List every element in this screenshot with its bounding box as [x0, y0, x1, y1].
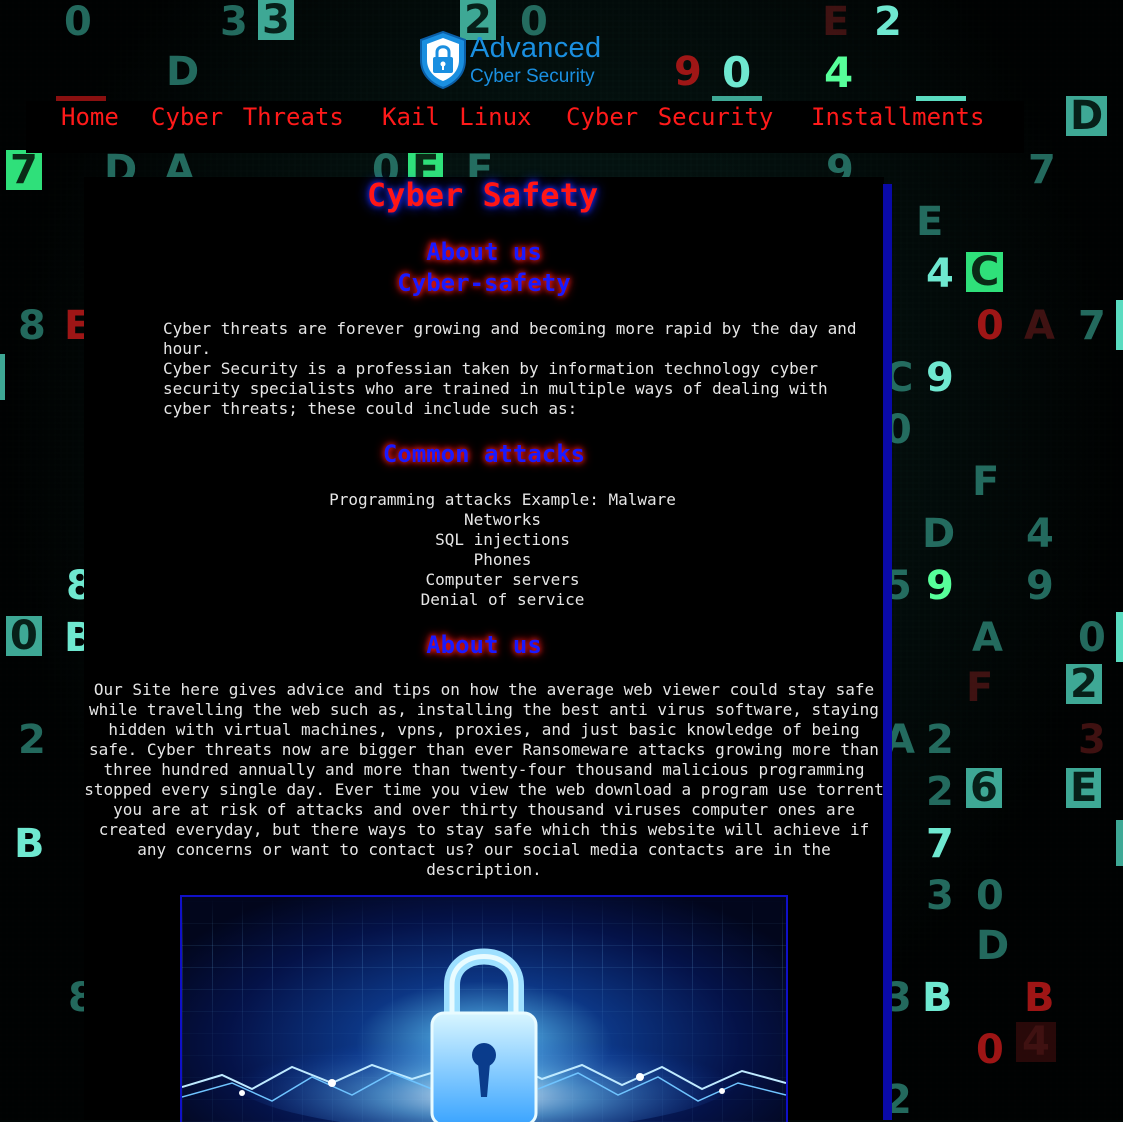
list-item: Denial of service: [420, 590, 585, 609]
list-item: Phones: [473, 550, 532, 569]
list-item: Computer servers: [425, 570, 580, 589]
about-paragraph: Our Site here gives advice and tips on h…: [84, 680, 884, 879]
logo-line-2: Cyber Security: [470, 66, 595, 87]
page-title: Cyber Safety: [366, 176, 599, 214]
nav-kail-linux[interactable]: Kail Linux: [382, 101, 532, 134]
list-item: SQL injections: [435, 530, 570, 549]
common-attacks-heading: Common attacks: [382, 440, 586, 468]
about-heading: About us: [426, 238, 542, 266]
attacks-list: Programming attacks Example: Malware Net…: [84, 490, 921, 610]
logo-line-1: Advanced: [470, 32, 602, 64]
intro-line-1: Cyber threats are forever growing and be…: [163, 319, 857, 358]
site-logo[interactable]: Advanced Cyber Security: [418, 30, 613, 92]
intro-paragraph: Cyber threats are forever growing and be…: [163, 319, 863, 419]
padlock-lightning-image: [180, 895, 788, 1122]
lock-shield-icon: [420, 30, 466, 90]
list-item: Programming attacks Example: Malware: [329, 490, 676, 509]
content-scroll-rail: [883, 184, 892, 1120]
intro-line-2: Cyber Security is a professian taken by …: [163, 359, 828, 418]
cyber-safety-heading: Cyber-safety: [397, 269, 571, 297]
list-item: Networks: [463, 510, 542, 529]
nav-home[interactable]: Home: [61, 101, 119, 134]
nav-cyber-security[interactable]: Cyber Security: [566, 101, 773, 134]
main-nav: Home Cyber Threats Kail Linux Cyber Secu…: [26, 101, 1024, 153]
nav-installments[interactable]: Installments: [811, 101, 984, 134]
nav-cyber-threats[interactable]: Cyber Threats: [151, 101, 344, 134]
about-heading-2: About us: [426, 631, 542, 659]
